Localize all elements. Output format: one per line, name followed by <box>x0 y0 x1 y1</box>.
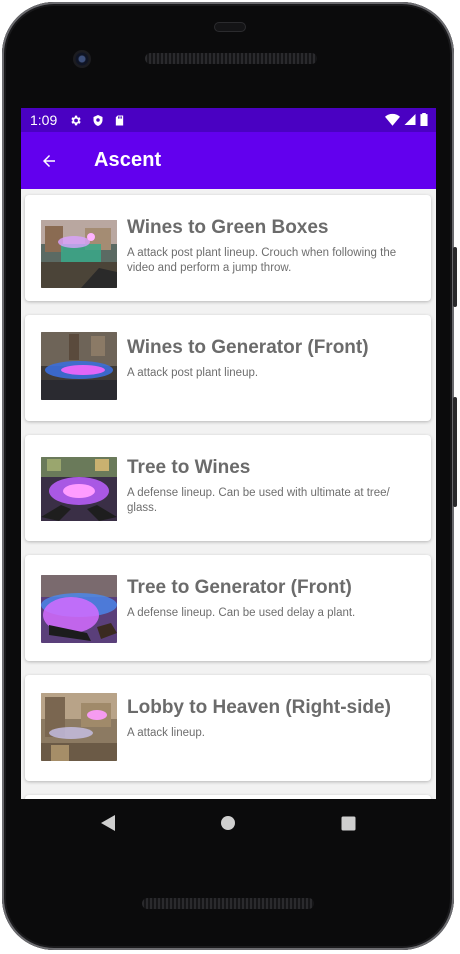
lineup-description: A defense lineup. Can be used with ultim… <box>127 487 390 514</box>
lineup-title: Wines to Generator (Front) <box>127 337 369 358</box>
lineup-card[interactable]: Tree to Generator (Front) A defense line… <box>25 555 431 661</box>
lineup-title: Tree to Wines <box>127 457 251 478</box>
gear-icon <box>69 114 82 127</box>
lineup-thumbnail <box>41 220 117 288</box>
lineup-description: A attack post plant lineup. Crouch when … <box>127 247 397 274</box>
lineup-thumbnail <box>41 693 117 761</box>
nav-recents-button[interactable] <box>338 813 358 833</box>
power-button <box>453 397 457 507</box>
app-bar: Ascent <box>21 132 436 189</box>
volume-button <box>453 247 457 307</box>
shield-icon <box>91 114 104 127</box>
status-right-icons <box>385 113 428 131</box>
arrow-back-icon <box>43 154 55 167</box>
lineup-title: Tree to Generator (Front) <box>127 577 352 598</box>
lineup-description: A defense lineup. Can be used delay a pl… <box>127 607 356 619</box>
cell-signal-icon <box>404 113 416 131</box>
lineup-card[interactable]: Lobby to Heaven (Right-side) A attack li… <box>25 675 431 781</box>
lineup-thumbnail <box>41 457 117 525</box>
lineup-title: Lobby to Heaven (Right-side) <box>127 697 391 718</box>
lineup-card[interactable]: Wines to Green Boxes A attack post plant… <box>25 195 431 301</box>
lineup-thumbnail <box>41 332 117 400</box>
lineup-card[interactable]: Tree to Wines A defense lineup. Can be u… <box>25 435 431 541</box>
battery-icon <box>420 113 428 131</box>
nav-back-button[interactable] <box>98 813 118 833</box>
front-camera <box>73 50 91 68</box>
wifi-icon <box>385 113 400 131</box>
system-nav-bar <box>21 799 436 847</box>
lineup-thumbnail <box>41 575 117 643</box>
back-triangle-icon <box>101 815 115 831</box>
sd-card-icon <box>113 114 126 127</box>
lineup-card[interactable]: Wines to Generator (Front) A attack post… <box>25 315 431 421</box>
top-speaker-grille <box>145 53 317 64</box>
recents-square-icon <box>341 816 355 830</box>
status-time: 1:09 <box>30 112 58 128</box>
lineup-title: Wines to Green Boxes <box>127 217 329 238</box>
app-screen: 1:09 Ascent Wines to Green Boxes A attac… <box>21 108 436 799</box>
status-bar: 1:09 <box>21 108 436 132</box>
bottom-speaker-grille <box>142 898 314 909</box>
page-title: Ascent <box>94 149 162 171</box>
earpiece <box>214 22 246 32</box>
lineup-description: A attack lineup. <box>127 727 205 739</box>
back-button[interactable] <box>37 149 61 173</box>
nav-home-button[interactable] <box>218 813 238 833</box>
home-circle-icon <box>221 816 235 830</box>
lineup-description: A attack post plant lineup. <box>127 367 259 379</box>
